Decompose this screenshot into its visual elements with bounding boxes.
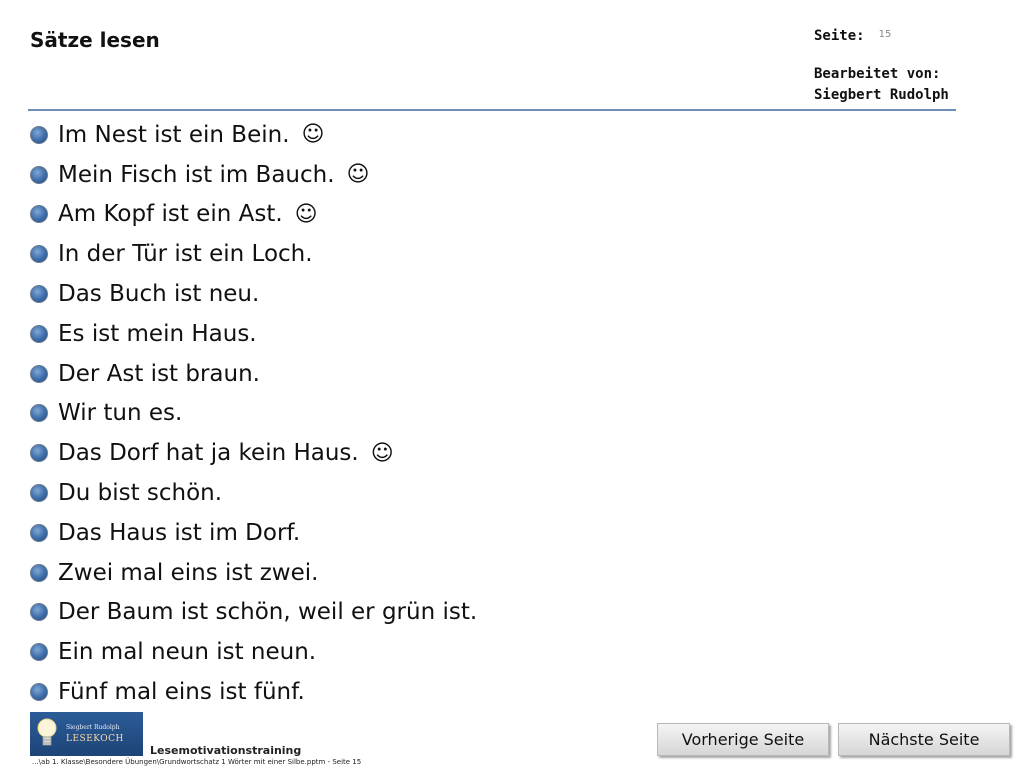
sentence-item: Fünf mal eins ist fünf. — [30, 672, 477, 712]
sentence-item: Der Baum ist schön, weil er grün ist. — [30, 593, 477, 633]
lesekoch-logo: Siegbert Rudolph LESEKOCH — [30, 712, 143, 756]
header-divider — [28, 109, 956, 111]
sentence-item: Du bist schön. — [30, 473, 477, 513]
editor-name: Siegbert Rudolph — [814, 87, 949, 103]
bullet-icon — [30, 245, 48, 264]
smiley-icon: ☺ — [301, 122, 325, 148]
bullet-icon — [30, 205, 48, 224]
sentence-text: Es ist mein Haus. — [58, 320, 257, 347]
bullet-icon — [30, 523, 48, 542]
smiley-icon: ☺ — [370, 440, 394, 466]
bullet-icon — [30, 484, 48, 503]
sentence-item: Das Dorf hat ja kein Haus. ☺ — [30, 433, 477, 473]
bullet-icon — [30, 683, 48, 702]
editor-info: Bearbeitet von: Siegbert Rudolph — [814, 64, 949, 106]
bullet-icon — [30, 603, 48, 622]
sentence-text: Du bist schön. — [58, 480, 223, 507]
sentence-item: Im Nest ist ein Bein. ☺ — [30, 115, 477, 155]
editor-label: Bearbeitet von: — [814, 66, 941, 82]
previous-page-button[interactable]: Vorherige Seite — [657, 723, 829, 756]
sentence-text: Der Baum ist schön, weil er grün ist. — [58, 599, 478, 626]
smiley-icon: ☺ — [294, 201, 318, 227]
sentence-text: Wir tun es. — [58, 400, 183, 427]
sentence-text: Am Kopf ist ein Ast. — [58, 201, 283, 228]
sentence-list: Im Nest ist ein Bein. ☺ Mein Fisch ist im … — [30, 115, 477, 712]
sentence-text: Im Nest ist ein Bein. — [58, 121, 290, 148]
page-label: Seite: — [814, 28, 865, 44]
sentence-text: Das Dorf hat ja kein Haus. — [58, 440, 359, 467]
bullet-icon — [30, 404, 48, 423]
sentence-text: Zwei mal eins ist zwei. — [58, 559, 319, 586]
bullet-icon — [30, 165, 48, 184]
sentence-item: Das Haus ist im Dorf. — [30, 513, 477, 553]
sentence-item: Zwei mal eins ist zwei. — [30, 553, 477, 593]
sentence-item: Am Kopf ist ein Ast. ☺ — [30, 195, 477, 235]
logo-name: Siegbert Rudolph — [66, 724, 120, 731]
page-number: 15 — [878, 29, 892, 40]
bullet-icon — [30, 444, 48, 463]
sentence-item: Das Buch ist neu. — [30, 274, 477, 314]
sentence-item: Es ist mein Haus. — [30, 314, 477, 354]
page-title: Sätze lesen — [30, 28, 160, 52]
sentence-text: Mein Fisch ist im Bauch. — [58, 161, 335, 188]
sentence-item: Mein Fisch ist im Bauch. ☺ — [30, 155, 477, 195]
sentence-text: Das Buch ist neu. — [58, 281, 260, 308]
bullet-icon — [30, 324, 48, 343]
logo-brand: LESEKOCH — [66, 734, 124, 744]
sentence-item: Der Ast ist braun. — [30, 354, 477, 394]
sentence-item: In der Tür ist ein Loch. — [30, 234, 477, 274]
sentence-text: Ein mal neun ist neun. — [58, 639, 317, 666]
bullet-icon — [30, 125, 48, 144]
footer-title: Lesemotivationstraining — [150, 744, 302, 757]
sentence-text: In der Tür ist ein Loch. — [58, 241, 313, 268]
bullet-icon — [30, 643, 48, 662]
sentence-text: Der Ast ist braun. — [58, 360, 260, 387]
sentence-item: Wir tun es. — [30, 394, 477, 434]
bullet-icon — [30, 285, 48, 304]
lightbulb-icon — [37, 718, 57, 746]
bullet-icon — [30, 563, 48, 582]
next-page-button[interactable]: Nächste Seite — [838, 723, 1010, 756]
page-meta: Seite: 15 Bearbeitet von: Siegbert Rudol… — [814, 28, 949, 106]
sentence-text: Fünf mal eins ist fünf. — [58, 679, 305, 706]
bullet-icon — [30, 364, 48, 383]
smiley-icon: ☺ — [346, 162, 370, 188]
sentence-item: Ein mal neun ist neun. — [30, 632, 477, 672]
footer-file-path: ...\ab 1. Klasse\Besondere Übungen\Grund… — [32, 758, 362, 766]
sentence-text: Das Haus ist im Dorf. — [58, 519, 301, 546]
